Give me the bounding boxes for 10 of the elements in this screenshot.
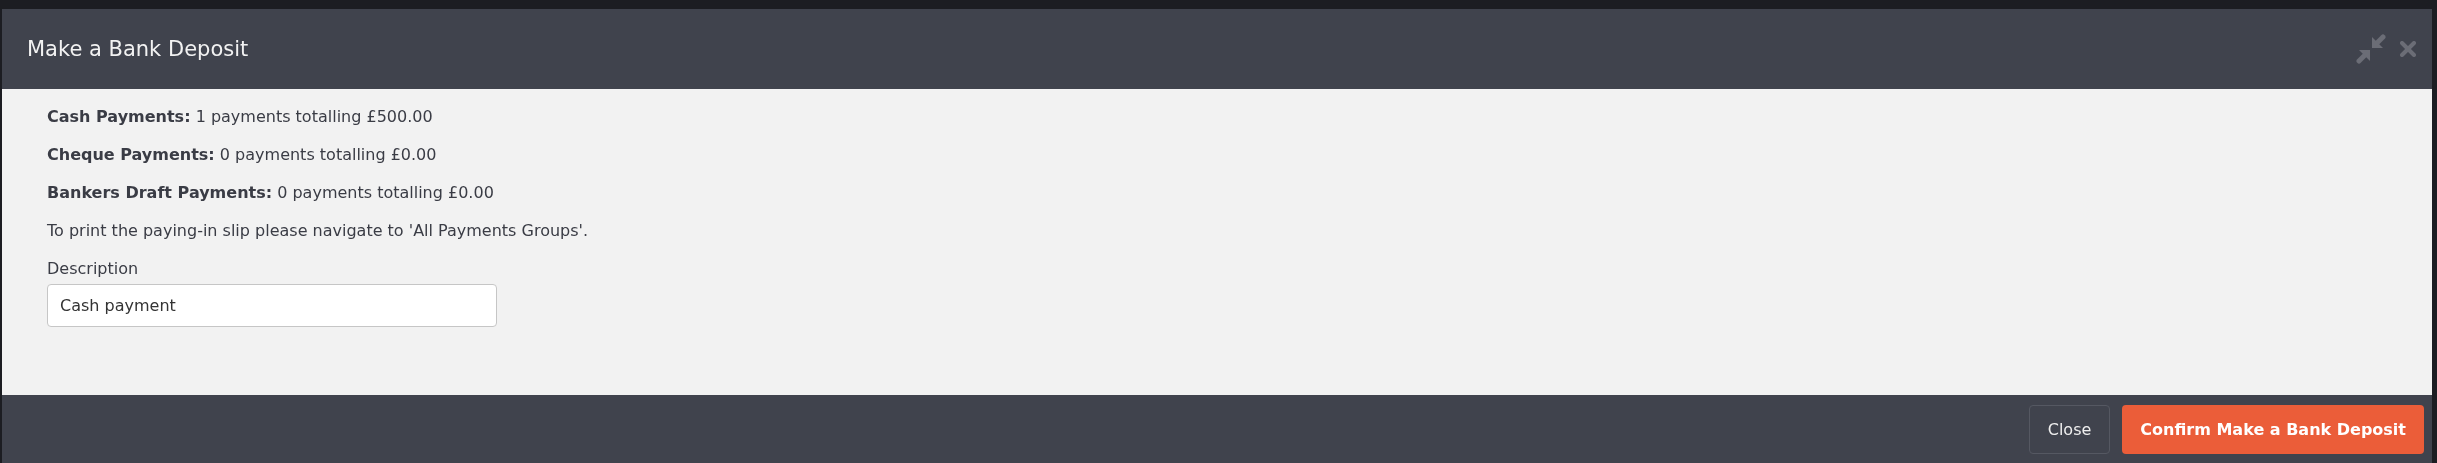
minimize-icon[interactable] [2356,34,2386,64]
close-button[interactable]: Close [2028,404,2111,454]
dialog-title: Make a Bank Deposit [27,37,249,61]
summary-line: Cheque Payments: 0 payments totalling £0.00 [47,144,437,165]
close-icon[interactable] [2400,41,2416,57]
description-label: Description [47,259,139,278]
summary-line: Cash Payments: 1 payments totalling £500.00 [47,106,433,127]
description-field[interactable]: Cash payment [47,284,497,327]
summary-line: Bankers Draft Payments: 0 payments totalling £0.00 [47,182,494,203]
summary-line: To print the paying-in slip please navigate to 'All Payments Groups'. [47,220,589,241]
